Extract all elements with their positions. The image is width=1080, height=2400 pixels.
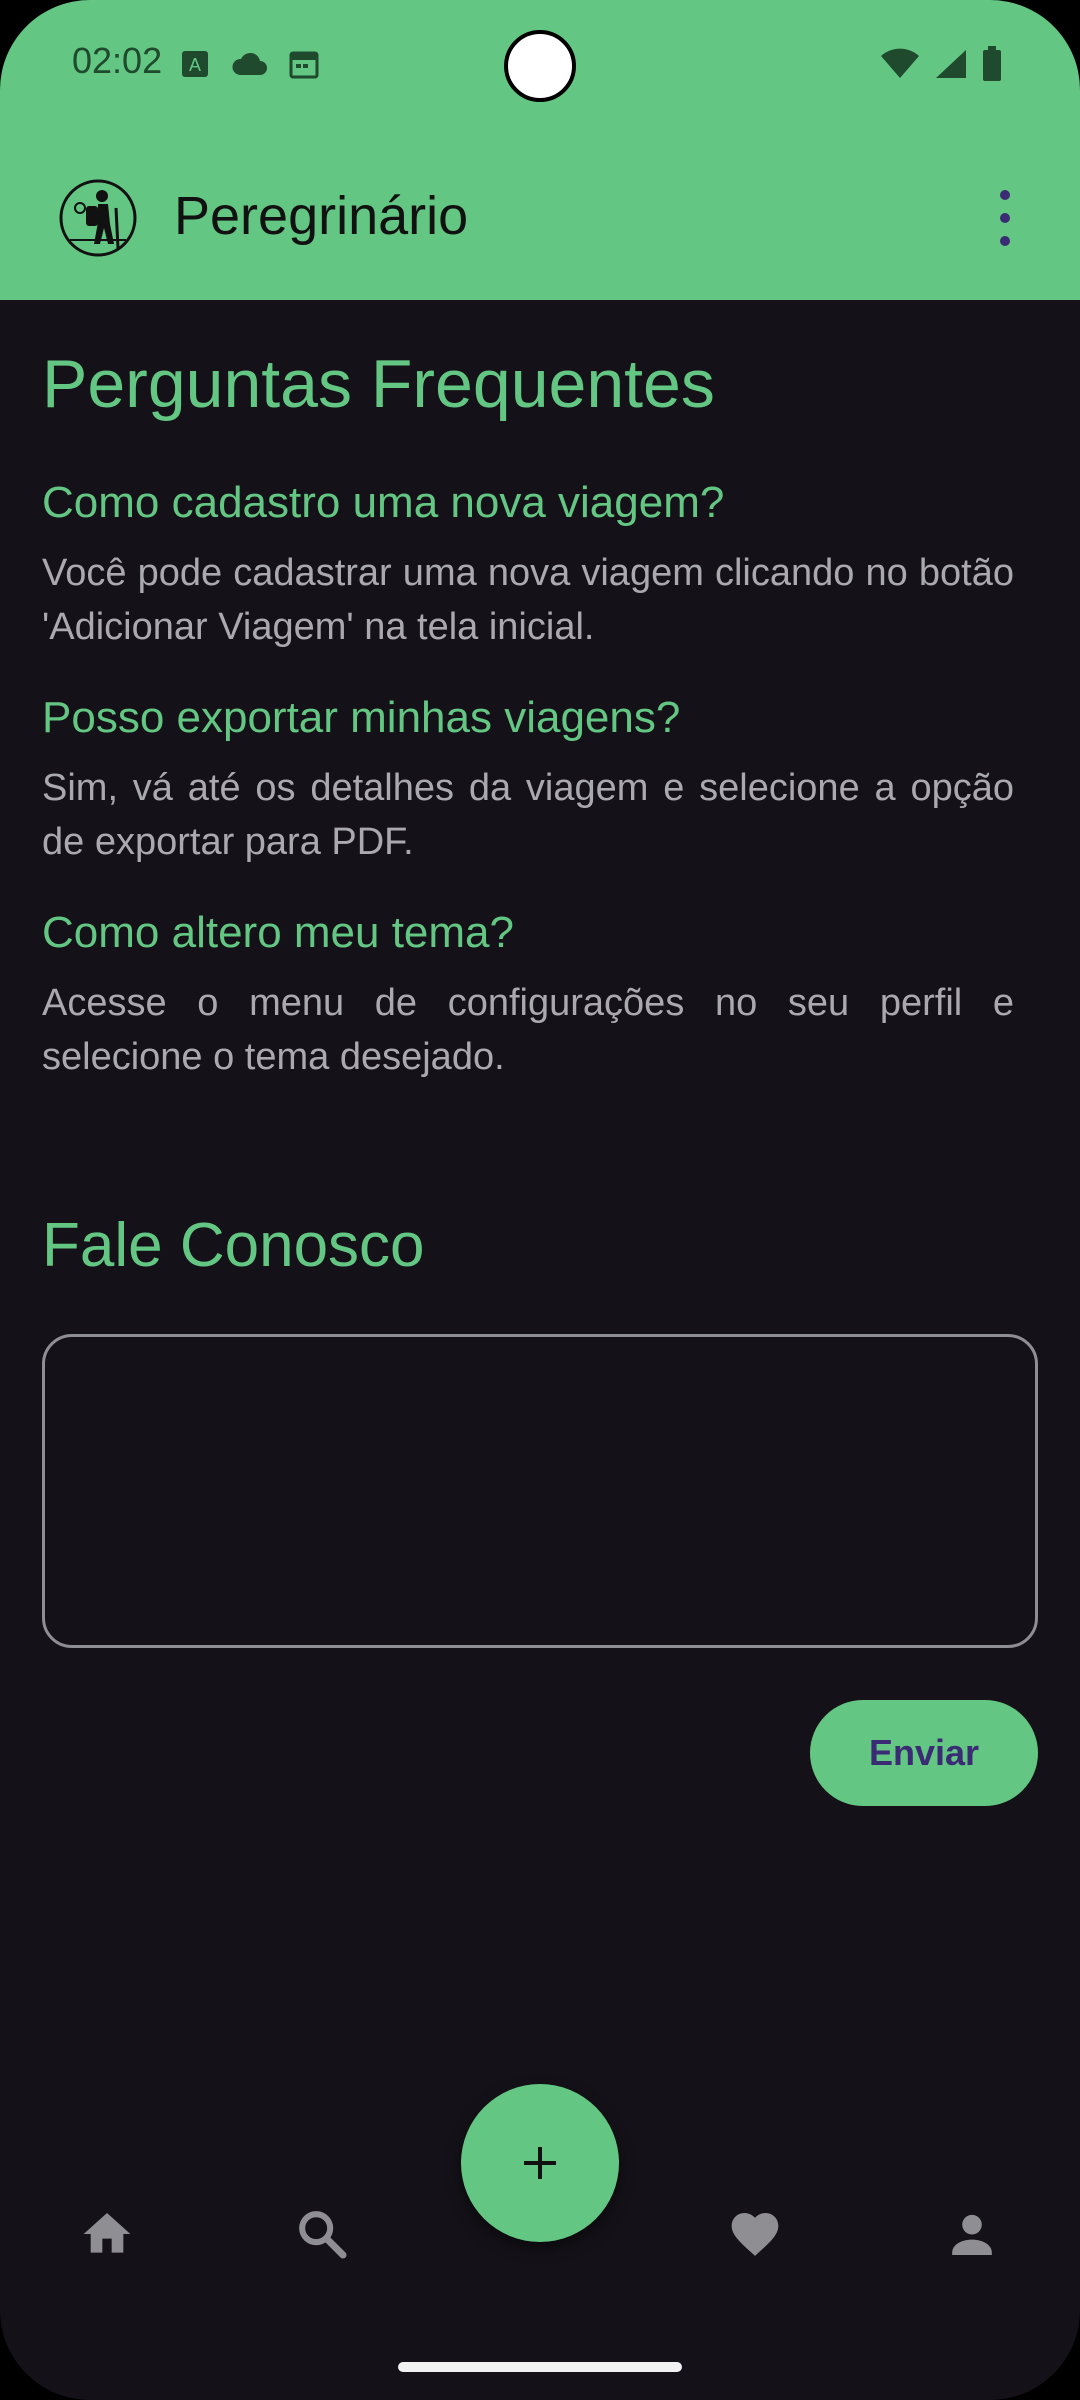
faq-answer: Acesse o menu de configurações no seu pe… bbox=[42, 982, 1014, 1078]
faq-title: Perguntas Frequentes bbox=[42, 346, 715, 422]
wifi-icon bbox=[881, 48, 919, 78]
camera-cutout bbox=[504, 30, 576, 102]
search-icon[interactable] bbox=[294, 2206, 350, 2262]
contact-message-input[interactable] bbox=[42, 1334, 1038, 1648]
overflow-dot-icon bbox=[1000, 236, 1010, 246]
app-logo-icon bbox=[59, 179, 137, 257]
faq-answer: Você pode cadastrar uma nova viagem clic… bbox=[42, 552, 1014, 648]
add-trip-fab[interactable] bbox=[461, 2084, 619, 2242]
svg-text:A: A bbox=[189, 55, 201, 75]
cloud-icon bbox=[232, 52, 267, 75]
overflow-menu-button[interactable] bbox=[985, 190, 1025, 246]
home-icon[interactable] bbox=[79, 2206, 135, 2262]
signal-icon bbox=[936, 50, 966, 78]
faq-question: Posso exportar minhas viagens? bbox=[42, 693, 681, 742]
gesture-home-bar[interactable] bbox=[398, 2362, 682, 2372]
profile-icon[interactable] bbox=[944, 2206, 1000, 2262]
app-title: Peregrinário bbox=[174, 186, 469, 246]
add-icon bbox=[524, 2147, 556, 2179]
faq-question: Como cadastro uma nova viagem? bbox=[42, 478, 725, 527]
battery-icon bbox=[983, 46, 1001, 81]
faq-question: Como altero meu tema? bbox=[42, 908, 514, 957]
contact-title: Fale Conosco bbox=[42, 1211, 425, 1280]
status-left-icons: A bbox=[180, 48, 320, 80]
faq-answer: Sim, vá até os detalhes da viagem e sele… bbox=[42, 767, 1014, 863]
overflow-dot-icon bbox=[1000, 190, 1010, 200]
overflow-dot-icon bbox=[1000, 213, 1010, 223]
status-time: 02:02 bbox=[72, 40, 163, 81]
phone-screen: 02:02 A Peregrinário Perguntas Frequente… bbox=[0, 0, 1080, 2400]
status-right-icons bbox=[880, 46, 1002, 82]
calendar-icon bbox=[289, 51, 319, 79]
heart-icon[interactable] bbox=[727, 2206, 783, 2262]
send-button[interactable]: Enviar bbox=[810, 1700, 1038, 1806]
keyboard-notification-icon: A bbox=[182, 51, 208, 77]
